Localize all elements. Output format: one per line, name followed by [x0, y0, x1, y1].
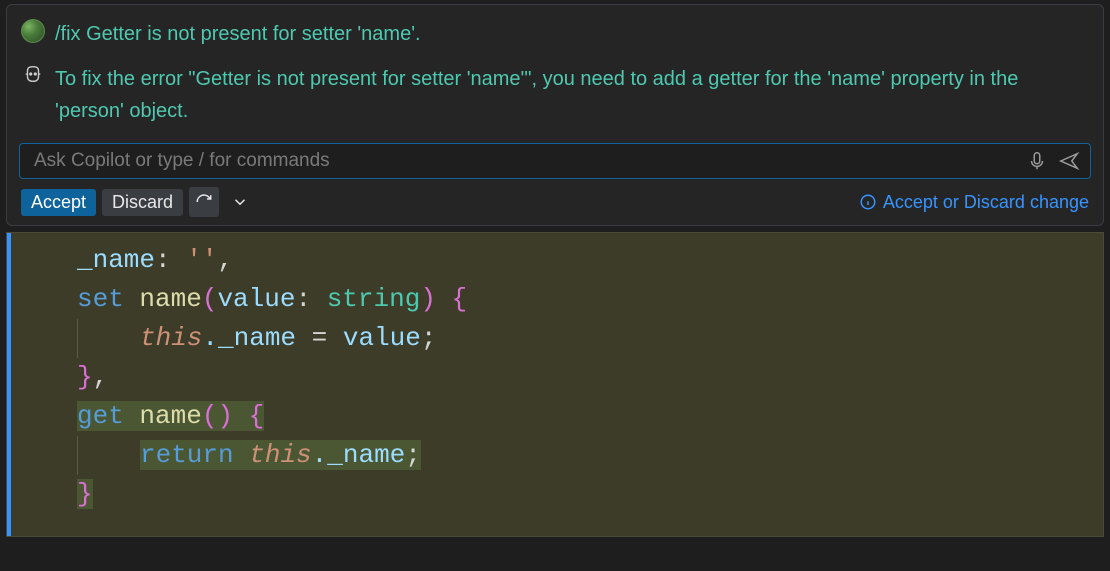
- code-diff-editor[interactable]: _name: '', set name(value: string) { thi…: [6, 232, 1104, 537]
- info-icon: [859, 193, 877, 211]
- discard-button[interactable]: Discard: [102, 189, 183, 216]
- code-line-inserted: get name() {: [19, 397, 1091, 436]
- info-link[interactable]: Accept or Discard change: [859, 192, 1089, 213]
- user-avatar-icon: [21, 19, 45, 43]
- copilot-chat-panel: /fix Getter is not present for setter 'n…: [6, 4, 1104, 226]
- regenerate-button[interactable]: [189, 187, 219, 217]
- info-link-label: Accept or Discard change: [883, 192, 1089, 213]
- code-line: },: [19, 358, 1091, 397]
- copilot-icon: [21, 62, 45, 86]
- chat-input-box[interactable]: [19, 143, 1091, 179]
- code-line: set name(value: string) {: [19, 280, 1091, 319]
- microphone-icon[interactable]: [1026, 150, 1048, 172]
- refresh-icon: [195, 193, 213, 211]
- code-line-inserted: }: [19, 475, 1091, 514]
- code-line: _name: '',: [19, 241, 1091, 280]
- code-line: this._name = value;: [19, 319, 1091, 358]
- user-message-row: /fix Getter is not present for setter 'n…: [7, 15, 1103, 58]
- code-line-inserted: return this._name;: [19, 436, 1091, 475]
- chat-input[interactable]: [34, 150, 1016, 172]
- user-message-text: /fix Getter is not present for setter 'n…: [55, 19, 421, 48]
- accept-button[interactable]: Accept: [21, 189, 96, 216]
- chevron-down-icon: [231, 193, 249, 211]
- chat-input-container: [19, 143, 1091, 179]
- send-icon[interactable]: [1058, 150, 1080, 172]
- copilot-message-text: To fix the error "Getter is not present …: [55, 62, 1089, 127]
- more-options-button[interactable]: [225, 187, 255, 217]
- action-bar: Accept Discard Accept or Discard change: [7, 187, 1103, 219]
- copilot-message-row: To fix the error "Getter is not present …: [7, 58, 1103, 137]
